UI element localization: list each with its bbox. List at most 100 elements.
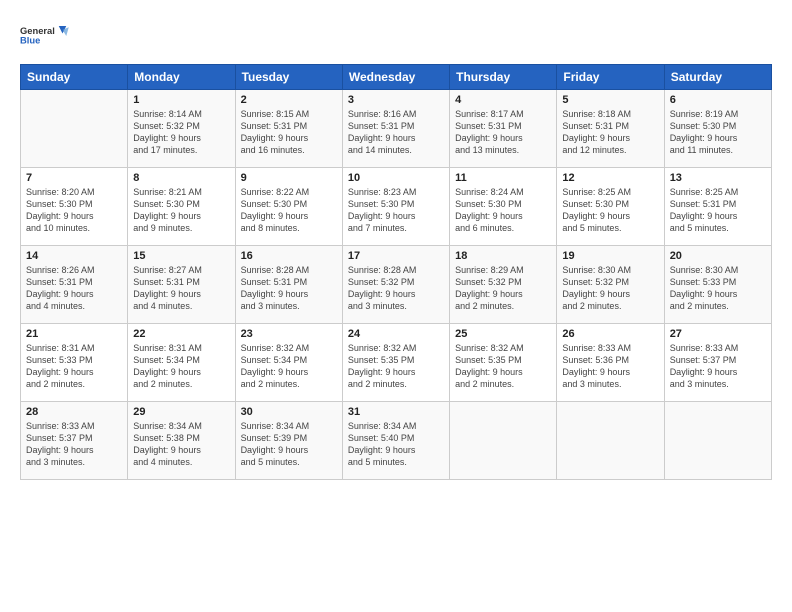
logo: General Blue — [20, 18, 70, 54]
day-number: 10 — [348, 172, 444, 184]
day-number: 2 — [241, 94, 337, 106]
day-info: Sunrise: 8:24 AM Sunset: 5:30 PM Dayligh… — [455, 186, 551, 235]
calendar-week-3: 21 Sunrise: 8:31 AM Sunset: 5:33 PM Dayli… — [21, 324, 772, 402]
day-number: 12 — [562, 172, 658, 184]
day-info: Sunrise: 8:33 AM Sunset: 5:37 PM Dayligh… — [26, 420, 122, 469]
day-number: 17 — [348, 250, 444, 262]
calendar-cell: 31 Sunrise: 8:34 AM Sunset: 5:40 PM Dayli… — [342, 402, 449, 480]
calendar-cell: 9 Sunrise: 8:22 AM Sunset: 5:30 PM Daylig… — [235, 168, 342, 246]
day-number: 6 — [670, 94, 766, 106]
calendar-week-1: 7 Sunrise: 8:20 AM Sunset: 5:30 PM Daylig… — [21, 168, 772, 246]
day-info: Sunrise: 8:20 AM Sunset: 5:30 PM Dayligh… — [26, 186, 122, 235]
calendar-cell: 17 Sunrise: 8:28 AM Sunset: 5:32 PM Dayli… — [342, 246, 449, 324]
calendar-cell: 24Sunrise: 8:32 AM Sunset: 5:35 PM Dayli… — [342, 324, 449, 402]
calendar-cell: 30 Sunrise: 8:34 AM Sunset: 5:39 PM Dayli… — [235, 402, 342, 480]
day-number: 13 — [670, 172, 766, 184]
day-number: 15 — [133, 250, 229, 262]
day-info: Sunrise: 8:30 AM Sunset: 5:32 PM Dayligh… — [562, 264, 658, 313]
calendar-week-2: 14 Sunrise: 8:26 AM Sunset: 5:31 PM Dayli… — [21, 246, 772, 324]
day-number: 1 — [133, 94, 229, 106]
calendar-cell — [450, 402, 557, 480]
day-number: 9 — [241, 172, 337, 184]
day-number: 14 — [26, 250, 122, 262]
day-info: Sunrise: 8:31 AM Sunset: 5:33 PM Dayligh… — [26, 342, 122, 391]
calendar-cell: 28 Sunrise: 8:33 AM Sunset: 5:37 PM Dayli… — [21, 402, 128, 480]
day-number: 22 — [133, 328, 229, 340]
day-info: Sunrise: 8:34 AM Sunset: 5:39 PM Dayligh… — [241, 420, 337, 469]
day-info: Sunrise: 8:23 AM Sunset: 5:30 PM Dayligh… — [348, 186, 444, 235]
col-header-saturday: Saturday — [664, 65, 771, 90]
day-info: Sunrise: 8:32 AM Sunset: 5:35 PM Dayligh… — [348, 342, 444, 391]
calendar-cell: 6 Sunrise: 8:19 AM Sunset: 5:30 PM Daylig… — [664, 90, 771, 168]
day-info: Sunrise: 8:26 AM Sunset: 5:31 PM Dayligh… — [26, 264, 122, 313]
day-number: 19 — [562, 250, 658, 262]
svg-text:Blue: Blue — [20, 36, 40, 46]
day-number: 5 — [562, 94, 658, 106]
calendar-cell — [664, 402, 771, 480]
calendar-cell: 5Sunrise: 8:18 AM Sunset: 5:31 PM Daylig… — [557, 90, 664, 168]
header: General Blue — [20, 18, 772, 54]
day-number: 4 — [455, 94, 551, 106]
day-number: 25 — [455, 328, 551, 340]
calendar-cell: 8 Sunrise: 8:21 AM Sunset: 5:30 PM Daylig… — [128, 168, 235, 246]
day-number: 21 — [26, 328, 122, 340]
day-info: Sunrise: 8:34 AM Sunset: 5:40 PM Dayligh… — [348, 420, 444, 469]
day-info: Sunrise: 8:22 AM Sunset: 5:30 PM Dayligh… — [241, 186, 337, 235]
day-number: 26 — [562, 328, 658, 340]
day-info: Sunrise: 8:29 AM Sunset: 5:32 PM Dayligh… — [455, 264, 551, 313]
calendar-cell: 26 Sunrise: 8:33 AM Sunset: 5:36 PM Dayli… — [557, 324, 664, 402]
calendar-cell: 2 Sunrise: 8:15 AM Sunset: 5:31 PM Daylig… — [235, 90, 342, 168]
calendar-cell — [557, 402, 664, 480]
day-info: Sunrise: 8:32 AM Sunset: 5:35 PM Dayligh… — [455, 342, 551, 391]
day-info: Sunrise: 8:31 AM Sunset: 5:34 PM Dayligh… — [133, 342, 229, 391]
calendar-cell: 4Sunrise: 8:17 AM Sunset: 5:31 PM Daylig… — [450, 90, 557, 168]
calendar-cell: 11 Sunrise: 8:24 AM Sunset: 5:30 PM Dayli… — [450, 168, 557, 246]
day-info: Sunrise: 8:33 AM Sunset: 5:36 PM Dayligh… — [562, 342, 658, 391]
calendar-cell: 10 Sunrise: 8:23 AM Sunset: 5:30 PM Dayli… — [342, 168, 449, 246]
day-number: 28 — [26, 406, 122, 418]
day-number: 30 — [241, 406, 337, 418]
day-info: Sunrise: 8:14 AM Sunset: 5:32 PM Dayligh… — [133, 108, 229, 157]
calendar-cell: 25 Sunrise: 8:32 AM Sunset: 5:35 PM Dayli… — [450, 324, 557, 402]
day-info: Sunrise: 8:32 AM Sunset: 5:34 PM Dayligh… — [241, 342, 337, 391]
day-number: 31 — [348, 406, 444, 418]
calendar-cell: 20 Sunrise: 8:30 AM Sunset: 5:33 PM Dayli… — [664, 246, 771, 324]
calendar-cell: 19 Sunrise: 8:30 AM Sunset: 5:32 PM Dayli… — [557, 246, 664, 324]
day-number: 11 — [455, 172, 551, 184]
calendar-cell: 7 Sunrise: 8:20 AM Sunset: 5:30 PM Daylig… — [21, 168, 128, 246]
day-number: 3 — [348, 94, 444, 106]
calendar-cell: 16 Sunrise: 8:28 AM Sunset: 5:31 PM Dayli… — [235, 246, 342, 324]
calendar-cell: 12Sunrise: 8:25 AM Sunset: 5:30 PM Dayli… — [557, 168, 664, 246]
col-header-friday: Friday — [557, 65, 664, 90]
day-number: 23 — [241, 328, 337, 340]
calendar-cell: 27Sunrise: 8:33 AM Sunset: 5:37 PM Dayli… — [664, 324, 771, 402]
day-info: Sunrise: 8:21 AM Sunset: 5:30 PM Dayligh… — [133, 186, 229, 235]
day-info: Sunrise: 8:19 AM Sunset: 5:30 PM Dayligh… — [670, 108, 766, 157]
day-info: Sunrise: 8:33 AM Sunset: 5:37 PM Dayligh… — [670, 342, 766, 391]
day-info: Sunrise: 8:28 AM Sunset: 5:31 PM Dayligh… — [241, 264, 337, 313]
calendar-cell: 13 Sunrise: 8:25 AM Sunset: 5:31 PM Dayli… — [664, 168, 771, 246]
col-header-sunday: Sunday — [21, 65, 128, 90]
day-info: Sunrise: 8:30 AM Sunset: 5:33 PM Dayligh… — [670, 264, 766, 313]
day-info: Sunrise: 8:25 AM Sunset: 5:31 PM Dayligh… — [670, 186, 766, 235]
col-header-thursday: Thursday — [450, 65, 557, 90]
day-info: Sunrise: 8:15 AM Sunset: 5:31 PM Dayligh… — [241, 108, 337, 157]
day-info: Sunrise: 8:16 AM Sunset: 5:31 PM Dayligh… — [348, 108, 444, 157]
calendar-cell: 22 Sunrise: 8:31 AM Sunset: 5:34 PM Dayli… — [128, 324, 235, 402]
day-number: 8 — [133, 172, 229, 184]
day-number: 20 — [670, 250, 766, 262]
col-header-tuesday: Tuesday — [235, 65, 342, 90]
day-number: 16 — [241, 250, 337, 262]
day-info: Sunrise: 8:28 AM Sunset: 5:32 PM Dayligh… — [348, 264, 444, 313]
calendar-week-4: 28 Sunrise: 8:33 AM Sunset: 5:37 PM Dayli… — [21, 402, 772, 480]
calendar-cell — [21, 90, 128, 168]
calendar-table: SundayMondayTuesdayWednesdayThursdayFrid… — [20, 64, 772, 480]
svg-text:General: General — [20, 26, 55, 36]
calendar-cell: 23 Sunrise: 8:32 AM Sunset: 5:34 PM Dayli… — [235, 324, 342, 402]
logo-svg: General Blue — [20, 18, 70, 54]
calendar-cell: 3 Sunrise: 8:16 AM Sunset: 5:31 PM Daylig… — [342, 90, 449, 168]
day-number: 7 — [26, 172, 122, 184]
page: General Blue SundayMondayTuesdayWednesda… — [0, 0, 792, 612]
calendar-week-0: 1 Sunrise: 8:14 AM Sunset: 5:32 PM Daylig… — [21, 90, 772, 168]
calendar-cell: 21 Sunrise: 8:31 AM Sunset: 5:33 PM Dayli… — [21, 324, 128, 402]
